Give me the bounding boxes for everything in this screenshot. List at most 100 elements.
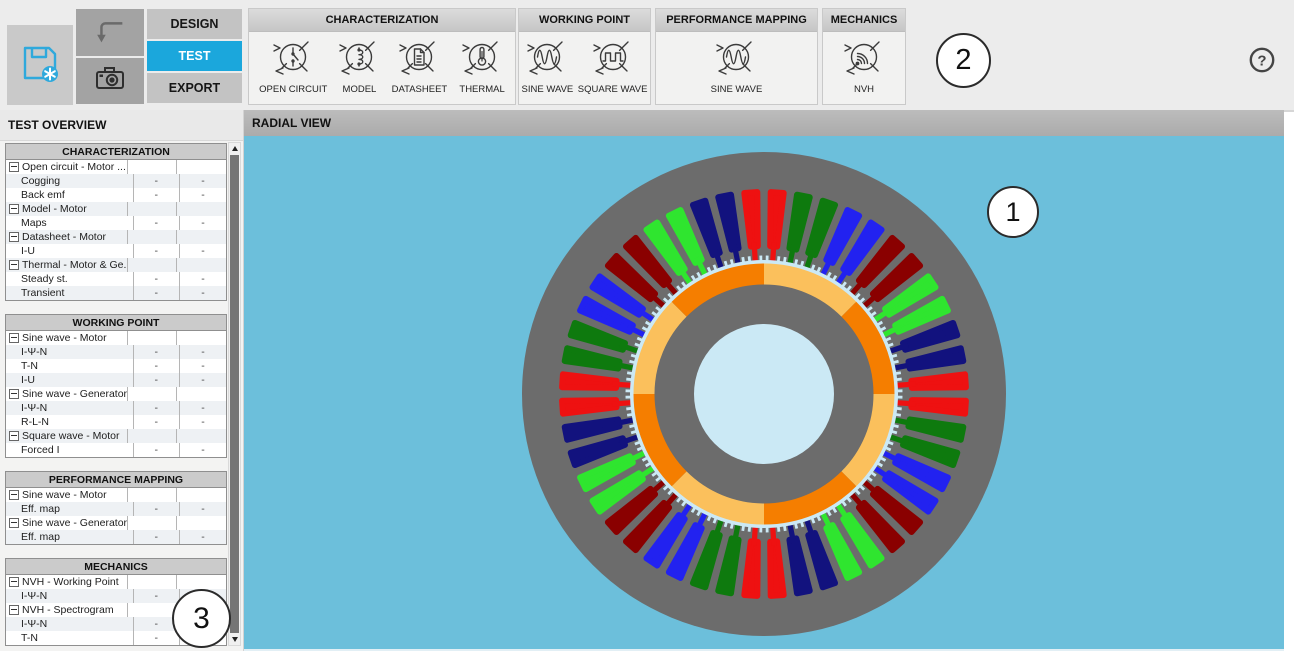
tab-design[interactable]: DESIGN — [147, 9, 242, 39]
result-cell: - — [180, 174, 226, 188]
collapse-icon[interactable] — [9, 605, 19, 615]
datasheet-icon — [399, 37, 439, 82]
result-cell — [128, 429, 177, 443]
tab-export[interactable]: EXPORT — [147, 73, 242, 103]
test-name-cell: Sine wave - Motor — [6, 488, 128, 502]
collapse-icon[interactable] — [9, 389, 19, 399]
test-group-row[interactable]: Sine wave - Motor — [6, 331, 226, 345]
result-cell: - — [134, 244, 180, 258]
annotation-circle-2: 2 — [936, 33, 991, 88]
test-name-cell: Steady st. — [6, 272, 134, 286]
help-button[interactable]: ? — [1248, 48, 1276, 76]
test-row[interactable]: I-U-- — [6, 373, 226, 387]
result-cell — [128, 258, 177, 272]
test-section-working-point: WORKING POINTSine wave - MotorI-Ψ-N--T-N… — [5, 314, 227, 458]
sidebar-title: TEST OVERVIEW — [0, 110, 243, 141]
test-button-model[interactable]: MODEL — [337, 37, 381, 95]
test-group-row[interactable]: Sine wave - Generator — [6, 516, 226, 530]
test-name-cell: Square wave - Motor — [6, 429, 128, 443]
scroll-up-arrow[interactable] — [229, 143, 240, 154]
collapse-icon[interactable] — [9, 204, 19, 214]
square-wave-icon — [593, 37, 633, 82]
result-cell: - — [180, 272, 226, 286]
svg-text:?: ? — [1257, 52, 1266, 69]
test-button-thermal[interactable]: THERMAL — [457, 37, 506, 95]
test-button-nvh[interactable]: NVH — [842, 37, 886, 95]
test-row[interactable]: Eff. map-- — [6, 530, 226, 544]
collapse-icon[interactable] — [9, 490, 19, 500]
result-cell: - — [134, 216, 180, 230]
section-title: CHARACTERIZATION — [6, 144, 226, 160]
result-cell: - — [180, 286, 226, 300]
test-row[interactable]: I-Ψ-N-- — [6, 401, 226, 415]
section-title: WORKING POINT — [6, 315, 226, 331]
test-row[interactable]: Back emf-- — [6, 188, 226, 202]
test-button-sine-wave[interactable]: SINE WAVE — [520, 37, 576, 95]
section-title: PERFORMANCE MAPPING — [6, 472, 226, 488]
tool-label: MODEL — [343, 84, 377, 95]
test-group-row[interactable]: Thermal - Motor & Ge... — [6, 258, 226, 272]
result-cell: - — [134, 174, 180, 188]
save-button[interactable] — [7, 25, 73, 105]
test-row[interactable]: Cogging-- — [6, 174, 226, 188]
test-group-row[interactable]: Sine wave - Generator — [6, 387, 226, 401]
result-cell — [128, 603, 177, 617]
test-button-datasheet[interactable]: DATASHEET — [390, 37, 450, 95]
screenshot-button[interactable] — [76, 58, 144, 104]
test-group-row[interactable]: Model - Motor — [6, 202, 226, 216]
scroll-thumb[interactable] — [230, 155, 239, 633]
test-row[interactable]: R-L-N-- — [6, 415, 226, 429]
test-row[interactable]: Steady st.-- — [6, 272, 226, 286]
group-title: MECHANICS — [823, 9, 905, 32]
test-name-cell: I-Ψ-N — [6, 401, 134, 415]
test-group-row[interactable]: Open circuit - Motor ... — [6, 160, 226, 174]
test-row[interactable]: T-N-- — [6, 359, 226, 373]
test-button-square-wave[interactable]: SQUARE WAVE — [576, 37, 650, 95]
collapse-icon[interactable] — [9, 577, 19, 587]
result-cell — [177, 331, 226, 345]
open-circuit-icon — [273, 37, 313, 82]
collapse-icon[interactable] — [9, 260, 19, 270]
result-cell: - — [180, 443, 226, 457]
test-name-cell: T-N — [6, 359, 134, 373]
result-cell — [177, 160, 226, 174]
vertical-scrollbar[interactable] — [228, 142, 241, 646]
test-group-row[interactable]: Square wave - Motor — [6, 429, 226, 443]
test-button-open-circuit[interactable]: OPEN CIRCUIT — [257, 37, 329, 95]
result-cell: - — [180, 373, 226, 387]
result-cell: - — [180, 244, 226, 258]
annotation-circle-3: 3 — [172, 589, 231, 648]
test-row[interactable]: I-Ψ-N-- — [6, 345, 226, 359]
collapse-icon[interactable] — [9, 518, 19, 528]
result-cell — [177, 429, 226, 443]
collapse-icon[interactable] — [9, 162, 19, 172]
test-group-row[interactable]: Datasheet - Motor — [6, 230, 226, 244]
test-name-cell: Back emf — [6, 188, 134, 202]
scroll-down-arrow[interactable] — [229, 634, 240, 645]
test-name-cell: I-Ψ-N — [6, 617, 134, 631]
test-button-sine-wave[interactable]: SINE WAVE — [709, 37, 765, 95]
result-cell: - — [134, 188, 180, 202]
test-name-cell: Eff. map — [6, 502, 134, 516]
result-cell — [177, 575, 226, 589]
radial-view-canvas[interactable] — [244, 136, 1284, 651]
test-group-row[interactable]: NVH - Working Point — [6, 575, 226, 589]
test-row[interactable]: Eff. map-- — [6, 502, 226, 516]
test-row[interactable]: Maps-- — [6, 216, 226, 230]
test-group-row[interactable]: Sine wave - Motor — [6, 488, 226, 502]
tool-label: THERMAL — [459, 84, 504, 95]
tool-label: SINE WAVE — [522, 84, 574, 95]
undo-button[interactable] — [76, 9, 144, 56]
test-name-cell: Sine wave - Generator — [6, 387, 128, 401]
collapse-icon[interactable] — [9, 333, 19, 343]
result-cell: - — [134, 345, 180, 359]
test-row[interactable]: Forced I-- — [6, 443, 226, 457]
test-row[interactable]: I-U-- — [6, 244, 226, 258]
tool-label: SINE WAVE — [711, 84, 763, 95]
collapse-icon[interactable] — [9, 431, 19, 441]
result-cell: - — [180, 359, 226, 373]
collapse-icon[interactable] — [9, 232, 19, 242]
tab-test[interactable]: TEST — [147, 41, 242, 71]
result-cell: - — [134, 272, 180, 286]
test-row[interactable]: Transient-- — [6, 286, 226, 300]
